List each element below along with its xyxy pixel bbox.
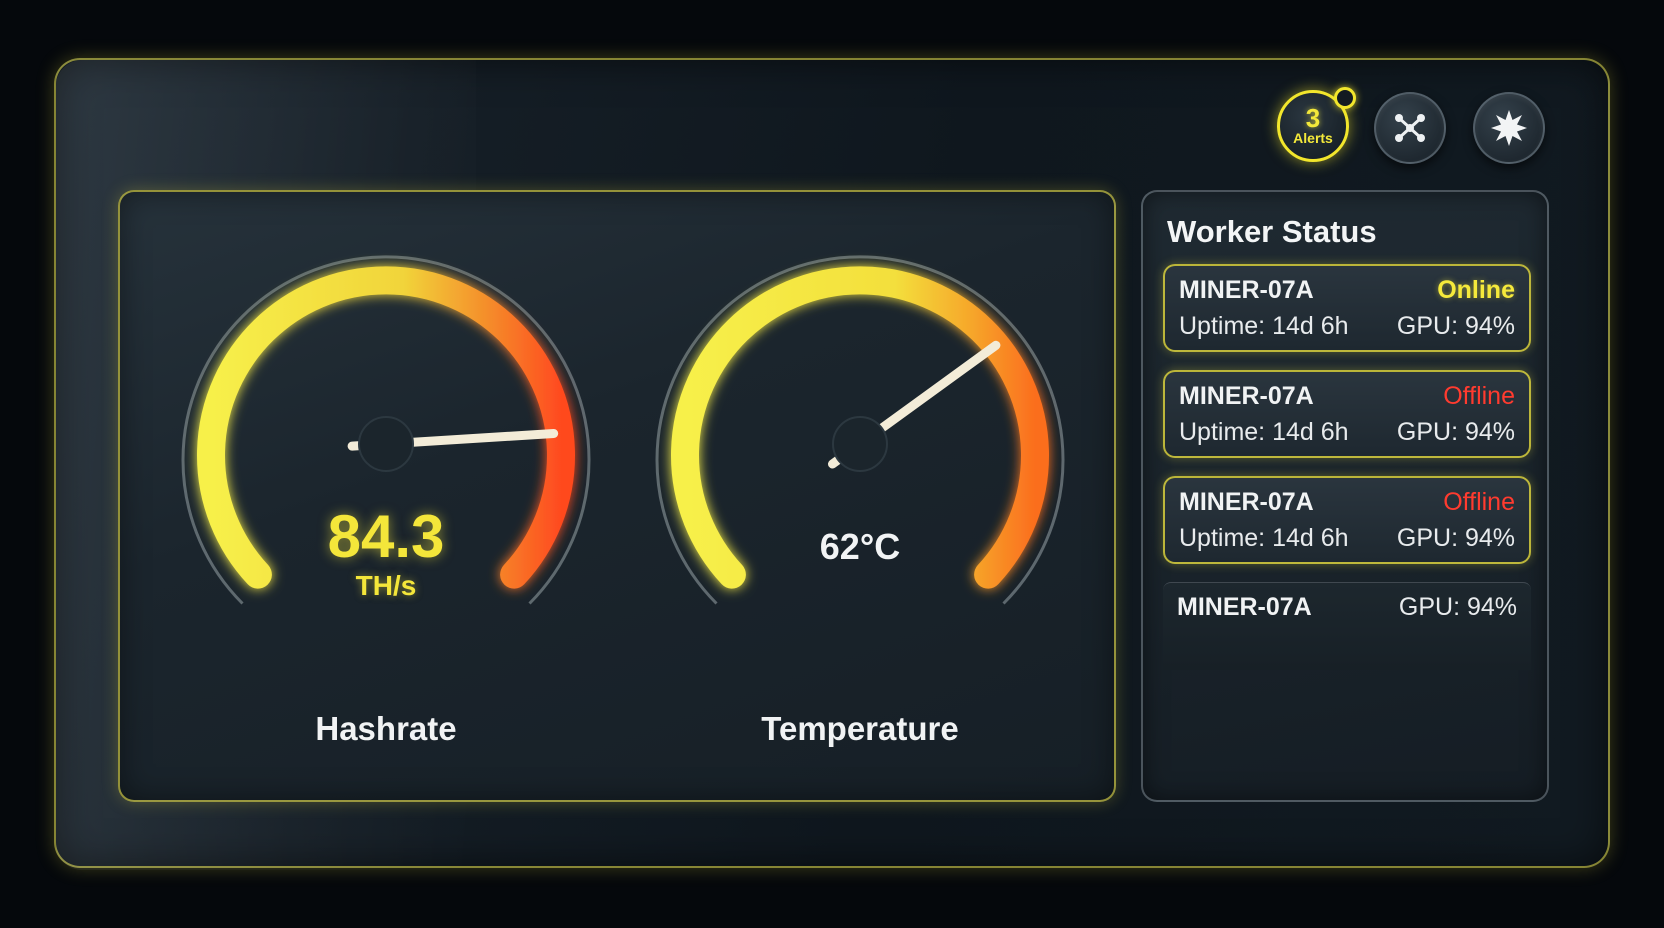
worker-name: MINER-07A — [1179, 382, 1314, 410]
gauges-panel: 84.3 TH/s Hashrate 62°C Temperature — [118, 190, 1116, 802]
burst-button[interactable] — [1473, 92, 1545, 164]
worker-uptime: Uptime: 14d 6h — [1179, 312, 1349, 340]
worker-status-title: Worker Status — [1167, 214, 1377, 249]
hashrate-gauge: 84.3 TH/s Hashrate — [166, 240, 606, 747]
temperature-label: Temperature — [761, 710, 959, 747]
hashrate-value: 84.3 — [327, 503, 445, 570]
alert-indicator-dot — [1334, 87, 1356, 109]
hashrate-unit: TH/s — [355, 570, 417, 601]
worker-card[interactable]: MINER-07A GPU: 94% — [1163, 582, 1531, 670]
alerts-count: 3 — [1305, 103, 1321, 133]
worker-gpu: GPU: 94% — [1398, 593, 1517, 621]
worker-status-panel: Worker Status MINER-07A Online Uptime: 1… — [1141, 190, 1549, 802]
alerts-button[interactable]: 3 Alerts — [1277, 87, 1356, 162]
worker-status-badge: Online — [1437, 276, 1515, 304]
starburst-icon — [1491, 110, 1527, 146]
temperature-gauge-svg — [655, 255, 1065, 605]
hashrate-label: Hashrate — [315, 710, 457, 747]
network-button[interactable] — [1374, 92, 1446, 164]
temperature-needle-hub — [832, 416, 888, 472]
worker-gpu: GPU: 94% — [1396, 418, 1515, 446]
temperature-gauge: 62°C Temperature — [640, 240, 1080, 747]
worker-card[interactable]: MINER-07A Offline Uptime: 14d 6h GPU: 94… — [1163, 476, 1531, 564]
worker-uptime: Uptime: 14d 6h — [1179, 418, 1349, 446]
worker-name: MINER-07A — [1179, 488, 1314, 516]
worker-gpu: GPU: 94% — [1396, 312, 1515, 340]
worker-status-badge: Offline — [1443, 382, 1515, 410]
temperature-value: 62°C — [819, 526, 901, 567]
hashrate-needle-hub — [358, 416, 414, 472]
worker-name: MINER-07A — [1179, 276, 1314, 304]
worker-name: MINER-07A — [1177, 593, 1312, 621]
worker-gpu: GPU: 94% — [1396, 524, 1515, 552]
alerts-label: Alerts — [1293, 130, 1333, 146]
network-nodes-icon — [1395, 114, 1425, 142]
worker-card[interactable]: MINER-07A Online Uptime: 14d 6h GPU: 94% — [1163, 264, 1531, 352]
worker-uptime: Uptime: 14d 6h — [1179, 524, 1349, 552]
worker-status-badge: Offline — [1443, 488, 1515, 516]
worker-card[interactable]: MINER-07A Offline Uptime: 14d 6h GPU: 94… — [1163, 370, 1531, 458]
